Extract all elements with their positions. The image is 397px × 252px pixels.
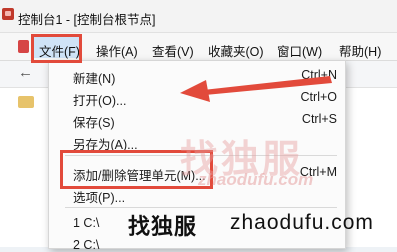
highlight-box-file-menu <box>31 34 82 63</box>
brand-banner: 找独服 zhaodufu.com <box>120 205 397 241</box>
menu-item-new[interactable]: 新建(N) <box>73 68 115 87</box>
folder-icon <box>18 96 34 108</box>
menu-view[interactable]: 查看(V) <box>152 41 194 60</box>
back-arrow-icon[interactable]: ← <box>18 64 33 81</box>
brand-en-text: zhaodufu.com <box>230 211 374 234</box>
menu-window[interactable]: 窗口(W) <box>277 41 322 60</box>
menu-item-recent-1[interactable]: 1 C:\ <box>73 216 99 230</box>
menu-favorites[interactable]: 收藏夹(O) <box>208 41 264 60</box>
mmc-app-icon <box>2 8 14 20</box>
shortcut-save: Ctrl+S <box>301 112 337 126</box>
menu-help[interactable]: 帮助(H) <box>339 41 381 60</box>
menu-item-save[interactable]: 保存(S) <box>73 112 115 131</box>
menu-item-open[interactable]: 打开(O)... <box>73 90 126 109</box>
menu-action[interactable]: 操作(A) <box>96 41 138 60</box>
shortcut-open: Ctrl+O <box>300 90 337 104</box>
menu-item-recent-2[interactable]: 2 C:\ <box>73 238 99 252</box>
menu-item-options[interactable]: 选项(P)... <box>73 187 125 206</box>
console-tree-panel <box>0 88 48 247</box>
brand-cn-text: 找独服 <box>128 214 198 239</box>
window-title: 控制台1 - [控制台根节点] <box>18 13 156 27</box>
console-doc-icon <box>18 40 29 53</box>
shortcut-new: Ctrl+N <box>301 68 337 82</box>
title-bar: 控制台1 - [控制台根节点] <box>0 0 397 33</box>
watermark-en: zhaodufu.com <box>198 170 314 189</box>
